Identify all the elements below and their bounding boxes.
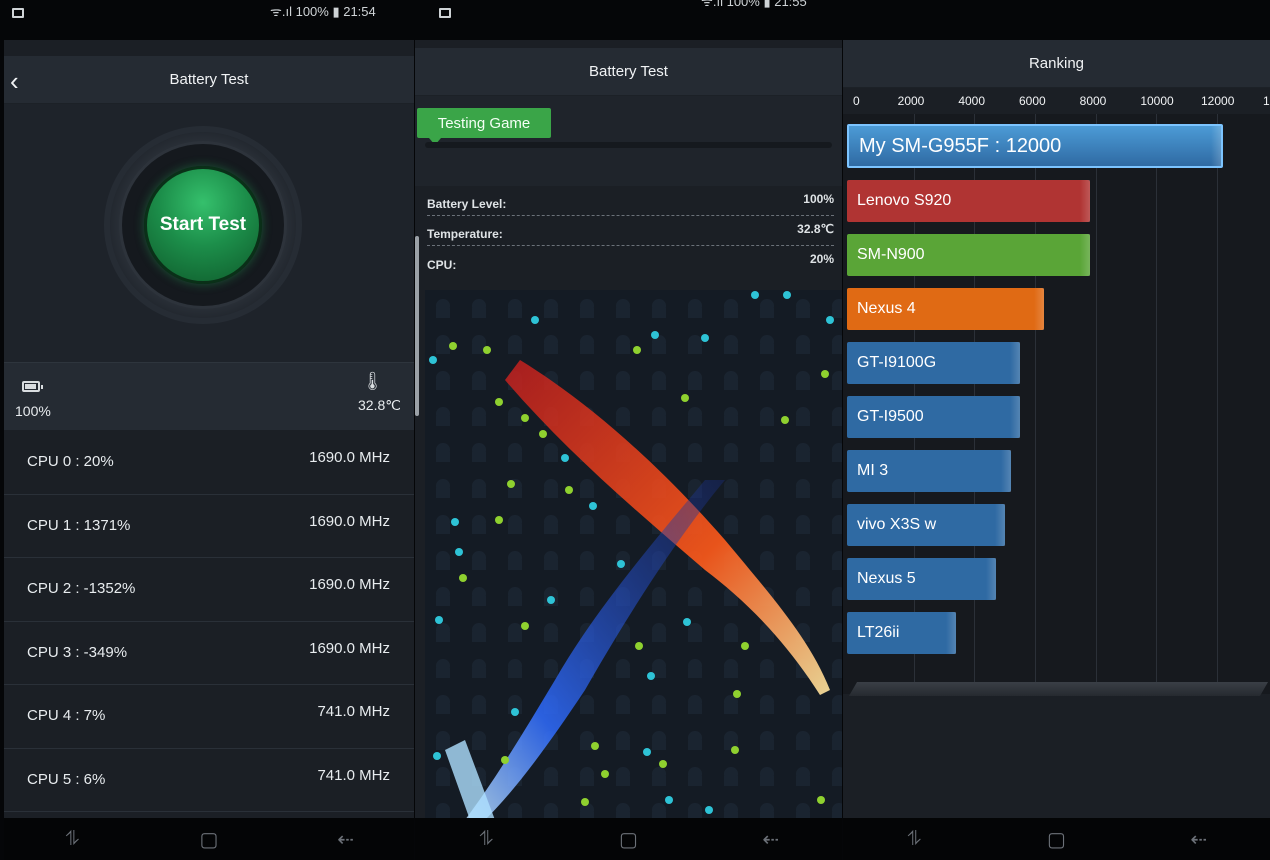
cpu-label: CPU 0 : 20% — [27, 453, 114, 470]
live-stats: Battery Level: 100% Temperature: 32.8℃ CPU… — [415, 186, 842, 286]
home-icon[interactable]: ▢ — [608, 827, 648, 852]
recent-apps-icon[interactable]: ⥮ — [52, 828, 92, 851]
title-bar: Battery Test — [415, 48, 842, 96]
ranking-bar[interactable]: LT26ii — [847, 612, 957, 654]
status-bar: ᯤ.ıl 100% ▮ 21:55 — [415, 0, 842, 40]
wifi-signal-icon: ᯤ.ıl — [701, 0, 727, 9]
nav-bar: ⥮ ▢ ⇠ — [843, 818, 1270, 860]
battery-level-value: 100% — [15, 403, 51, 419]
battery-level-row: Battery Level: 100% — [427, 188, 834, 216]
page-title: Battery Test — [589, 63, 668, 80]
back-icon[interactable]: ⇠ — [1179, 827, 1219, 852]
battery-test-screen: ᯤ.ıl 100% ▮ 21:54 ‹ Battery Test Start T… — [4, 0, 414, 860]
home-icon[interactable]: ▢ — [1036, 827, 1076, 852]
recent-apps-icon[interactable]: ⥮ — [466, 828, 506, 851]
gridline — [1217, 114, 1218, 684]
test-progress-bar — [425, 142, 832, 148]
ranking-bar[interactable]: My SM-G955F : 12000 — [847, 124, 1223, 168]
start-test-button[interactable]: Start Test — [144, 166, 262, 284]
cpu-label: CPU 5 : 6% — [27, 770, 106, 788]
gallery-notification-icon — [439, 8, 451, 18]
stat-value: 100% — [803, 192, 834, 206]
cpu-row: CPU 1 : 1371% 1690.0 MHz — [4, 495, 414, 558]
battery-icon — [22, 381, 43, 392]
stat-key: CPU: — [427, 258, 457, 272]
cpu-label: CPU 2 : -1352% — [27, 580, 136, 597]
cpu-frequency: 1690.0 MHz — [309, 449, 390, 466]
cpu-row: CPU 2 : -1352% 1690.0 MHz — [4, 558, 414, 622]
cpu-row: CPU 4 : 7% 741.0 MHz — [4, 685, 414, 749]
cpu-label: CPU 1 : 1371% — [27, 516, 131, 534]
stat-value: 20% — [809, 252, 834, 266]
cpu-row: CPU 0 : 20% 1690.0 MHz — [4, 431, 414, 495]
axis-tick-label: 2000 — [897, 94, 925, 108]
cpu-frequency: 741.0 MHz — [317, 766, 390, 784]
score-axis: 0 2000 4000 6000 8000 10000 12000 1 — [843, 90, 1270, 114]
cpu-label: CPU 3 : -349% — [27, 643, 128, 661]
nav-bar: ⥮ ▢ ⇠ — [4, 818, 414, 860]
cpu-label: CPU 4 : 7% — [27, 707, 106, 724]
page-title: Battery Test — [169, 71, 249, 88]
cpu-row: CPU 5 : 6% 741.0 MHz — [4, 749, 414, 812]
battery-info-bar: 100% 🌡 32.8℃ — [4, 362, 414, 430]
back-icon[interactable]: ⇠ — [326, 827, 366, 852]
cpu-row: CPU 3 : -349% 1690.0 MHz — [4, 622, 414, 685]
title-bar: ‹ Battery Test — [4, 56, 414, 104]
status-text: ᯤ.ıl 100% ▮ 21:54 — [270, 4, 376, 19]
status-text: ᯤ.ıl 100% ▮ 21:55 — [701, 0, 807, 10]
cpu-frequency: 1690.0 MHz — [309, 576, 390, 593]
gridline — [1156, 114, 1158, 684]
title-bar: Ranking — [843, 40, 1270, 88]
thermometer-icon: 🌡 — [361, 371, 384, 391]
ranking-bar[interactable]: MI 3 — [847, 450, 1011, 492]
game-background — [425, 290, 842, 820]
status-bar: ᯤ.ıl 100% ▮ 21:54 — [4, 0, 414, 40]
ranking-bar[interactable]: Lenovo S920 — [847, 180, 1090, 222]
axis-tick-label: 8000 — [1079, 94, 1107, 108]
axis-tick-label: 12000 — [1201, 94, 1235, 108]
cpu-frequency: 1690.0 MHz — [309, 512, 390, 530]
temperature-row: Temperature: 32.8℃ — [427, 218, 834, 246]
ranking-bar[interactable]: Nexus 4 — [847, 288, 1045, 330]
ranking-bar[interactable]: Nexus 5 — [847, 558, 996, 600]
temperature-value: 32.8℃ — [358, 397, 401, 413]
gallery-notification-icon — [12, 8, 24, 18]
ranking-bar[interactable]: GT-I9100G — [847, 342, 1020, 384]
scrollbar[interactable] — [415, 236, 419, 416]
axis-tick-label: 6000 — [1019, 94, 1046, 108]
home-icon[interactable]: ▢ — [189, 827, 229, 852]
testing-game-tag: Testing Game — [417, 108, 551, 145]
status-bar — [843, 0, 1270, 40]
cpu-list: CPU 0 : 20% 1690.0 MHz CPU 1 : 1371% 1690.… — [4, 431, 414, 812]
axis-tick-label: 1 — [1263, 94, 1270, 108]
ranking-bar[interactable]: vivo X3S w — [847, 504, 1005, 546]
axis-tick-label: 4000 — [958, 94, 986, 108]
stat-value: 32.8℃ — [797, 222, 834, 236]
ranking-bar[interactable]: GT-I9500 — [847, 396, 1020, 438]
ranking-bar[interactable]: SM-N900 — [847, 234, 1090, 276]
axis-tick-label: 0 — [853, 94, 860, 108]
stat-key: Battery Level: — [427, 197, 507, 211]
battery-test-running-screen: ᯤ.ıl 100% ▮ 21:55 Battery Test Testing G… — [415, 0, 842, 860]
cpu-frequency: 741.0 MHz — [317, 703, 390, 720]
gridline — [1095, 114, 1097, 684]
ranking-screen: Ranking 0 2000 4000 6000 8000 10000 12000 1 My … — [843, 0, 1270, 860]
nav-bar: ⥮ ▢ ⇠ — [415, 818, 842, 860]
recent-apps-icon[interactable]: ⥮ — [894, 828, 934, 851]
cpu-frequency: 1690.0 MHz — [309, 639, 390, 657]
test-progress-area: Testing Game — [415, 96, 842, 186]
axis-tick-label: 10000 — [1140, 94, 1174, 108]
chart-floor — [848, 682, 1269, 696]
game-animation-canvas — [425, 290, 842, 820]
wifi-signal-icon: ᯤ.ıl — [270, 4, 296, 19]
cpu-row: CPU: 20% — [427, 248, 834, 276]
start-area: Start Test — [4, 104, 414, 362]
back-icon[interactable]: ‹ — [10, 66, 19, 97]
back-icon[interactable]: ⇠ — [751, 827, 791, 852]
page-title: Ranking — [1028, 55, 1085, 72]
stat-key: Temperature: — [427, 227, 503, 241]
